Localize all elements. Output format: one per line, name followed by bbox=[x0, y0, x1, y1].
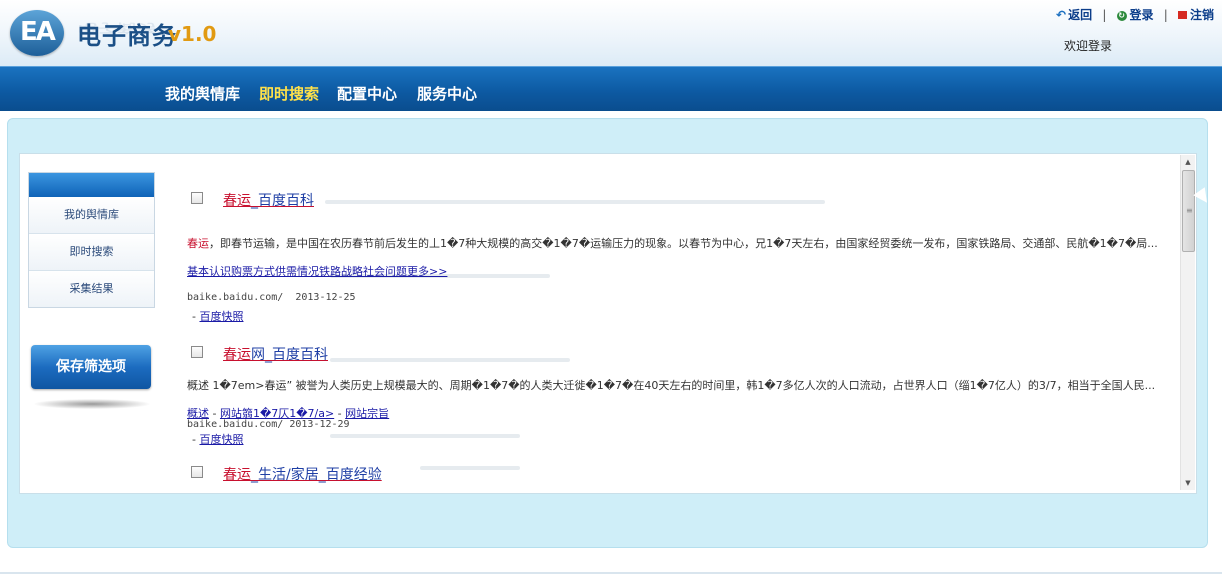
result-url: baike.baidu.com/ 2013-12-29 bbox=[187, 419, 350, 430]
snapshot-link[interactable]: 百度快照 bbox=[199, 433, 243, 446]
result-checkbox[interactable] bbox=[191, 346, 203, 358]
ghost-line bbox=[330, 358, 570, 362]
logo-icon: EA bbox=[10, 10, 64, 56]
results-scrollbar[interactable]: ▲ ≡ ▼ bbox=[1180, 155, 1195, 490]
sublink-purpose[interactable]: 网站宗旨 bbox=[345, 407, 389, 420]
result-snippet: 春运，即春节运输，是中国在农历春节前后发生的丄1�7种大规模的高交�1�7�运输… bbox=[187, 237, 1158, 250]
save-filter-button[interactable]: 保存筛选项 bbox=[31, 345, 151, 389]
grip-icon: ≡ bbox=[1186, 206, 1193, 215]
top-header: EA 电子商务 v1.0 电子商务 ↶ 返回 | ↻ 登录 | 注销 欢迎登录 bbox=[0, 0, 1222, 66]
snapshot-link[interactable]: 百度快照 bbox=[199, 310, 243, 323]
side-item-instant-search[interactable]: 即时搜索 bbox=[29, 234, 154, 271]
main-nav: 我的舆情库 即时搜索 配置中心 服务中心 bbox=[0, 66, 1222, 111]
scrollbar-thumb[interactable]: ≡ bbox=[1182, 170, 1195, 252]
top-links: ↶ 返回 | ↻ 登录 | 注销 bbox=[1056, 6, 1214, 23]
result-more-links[interactable]: 基本认识购票方式供需情况铁路战略社会问题更多>> bbox=[187, 263, 447, 279]
result-checkbox[interactable] bbox=[191, 192, 203, 204]
scroll-up-arrow-icon[interactable]: ▲ bbox=[1181, 155, 1195, 169]
back-link[interactable]: 返回 bbox=[1068, 8, 1092, 22]
nav-item-instant-search[interactable]: 即时搜索 bbox=[259, 83, 319, 104]
welcome-text: 欢迎登录 bbox=[1064, 39, 1113, 53]
app-version: v1.0 bbox=[168, 22, 217, 46]
back-icon: ↶ bbox=[1056, 8, 1067, 22]
result-title-link[interactable]: 春运_生活/家居_百度经验 bbox=[223, 464, 382, 484]
result-checkbox[interactable] bbox=[191, 466, 203, 478]
login-icon: ↻ bbox=[1116, 11, 1127, 21]
side-menu: 我的舆情库 即时搜索 采集结果 bbox=[28, 172, 155, 308]
side-item-collected-results[interactable]: 采集结果 bbox=[29, 271, 154, 307]
login-link[interactable]: 登录 bbox=[1130, 8, 1154, 22]
logo-reflection: 电子商务 bbox=[77, 21, 157, 36]
result-title-link[interactable]: 春运_百度百科 bbox=[223, 190, 314, 210]
logout-link[interactable]: 注销 bbox=[1190, 8, 1214, 22]
side-menu-header bbox=[29, 173, 154, 197]
separator: | bbox=[1163, 8, 1168, 22]
result-snapshot: - 百度快照 bbox=[192, 433, 244, 446]
result-snapshot: - 百度快照 bbox=[192, 310, 244, 323]
side-item-my-library[interactable]: 我的舆情库 bbox=[29, 197, 154, 234]
ghost-line bbox=[325, 200, 825, 204]
button-shadow bbox=[34, 399, 150, 409]
nav-item-my-library[interactable]: 我的舆情库 bbox=[165, 83, 240, 104]
scroll-down-arrow-icon[interactable]: ▼ bbox=[1181, 476, 1195, 490]
bottom-divider bbox=[0, 572, 1222, 574]
ghost-line bbox=[420, 466, 520, 470]
result-title-link[interactable]: 春运网_百度百科 bbox=[223, 344, 328, 364]
result-url: baike.baidu.com/ 2013-12-25 bbox=[187, 292, 356, 303]
ghost-line bbox=[330, 434, 520, 438]
logout-icon bbox=[1177, 11, 1187, 19]
nav-item-service-center[interactable]: 服务中心 bbox=[417, 83, 477, 104]
result-snippet: 概述 1�7em>春运” 被誉为人类历史上规模最大的、周期�1�7�的人类大迁徙… bbox=[187, 379, 1156, 392]
nav-item-config-center[interactable]: 配置中心 bbox=[337, 83, 397, 104]
separator: | bbox=[1102, 8, 1107, 22]
